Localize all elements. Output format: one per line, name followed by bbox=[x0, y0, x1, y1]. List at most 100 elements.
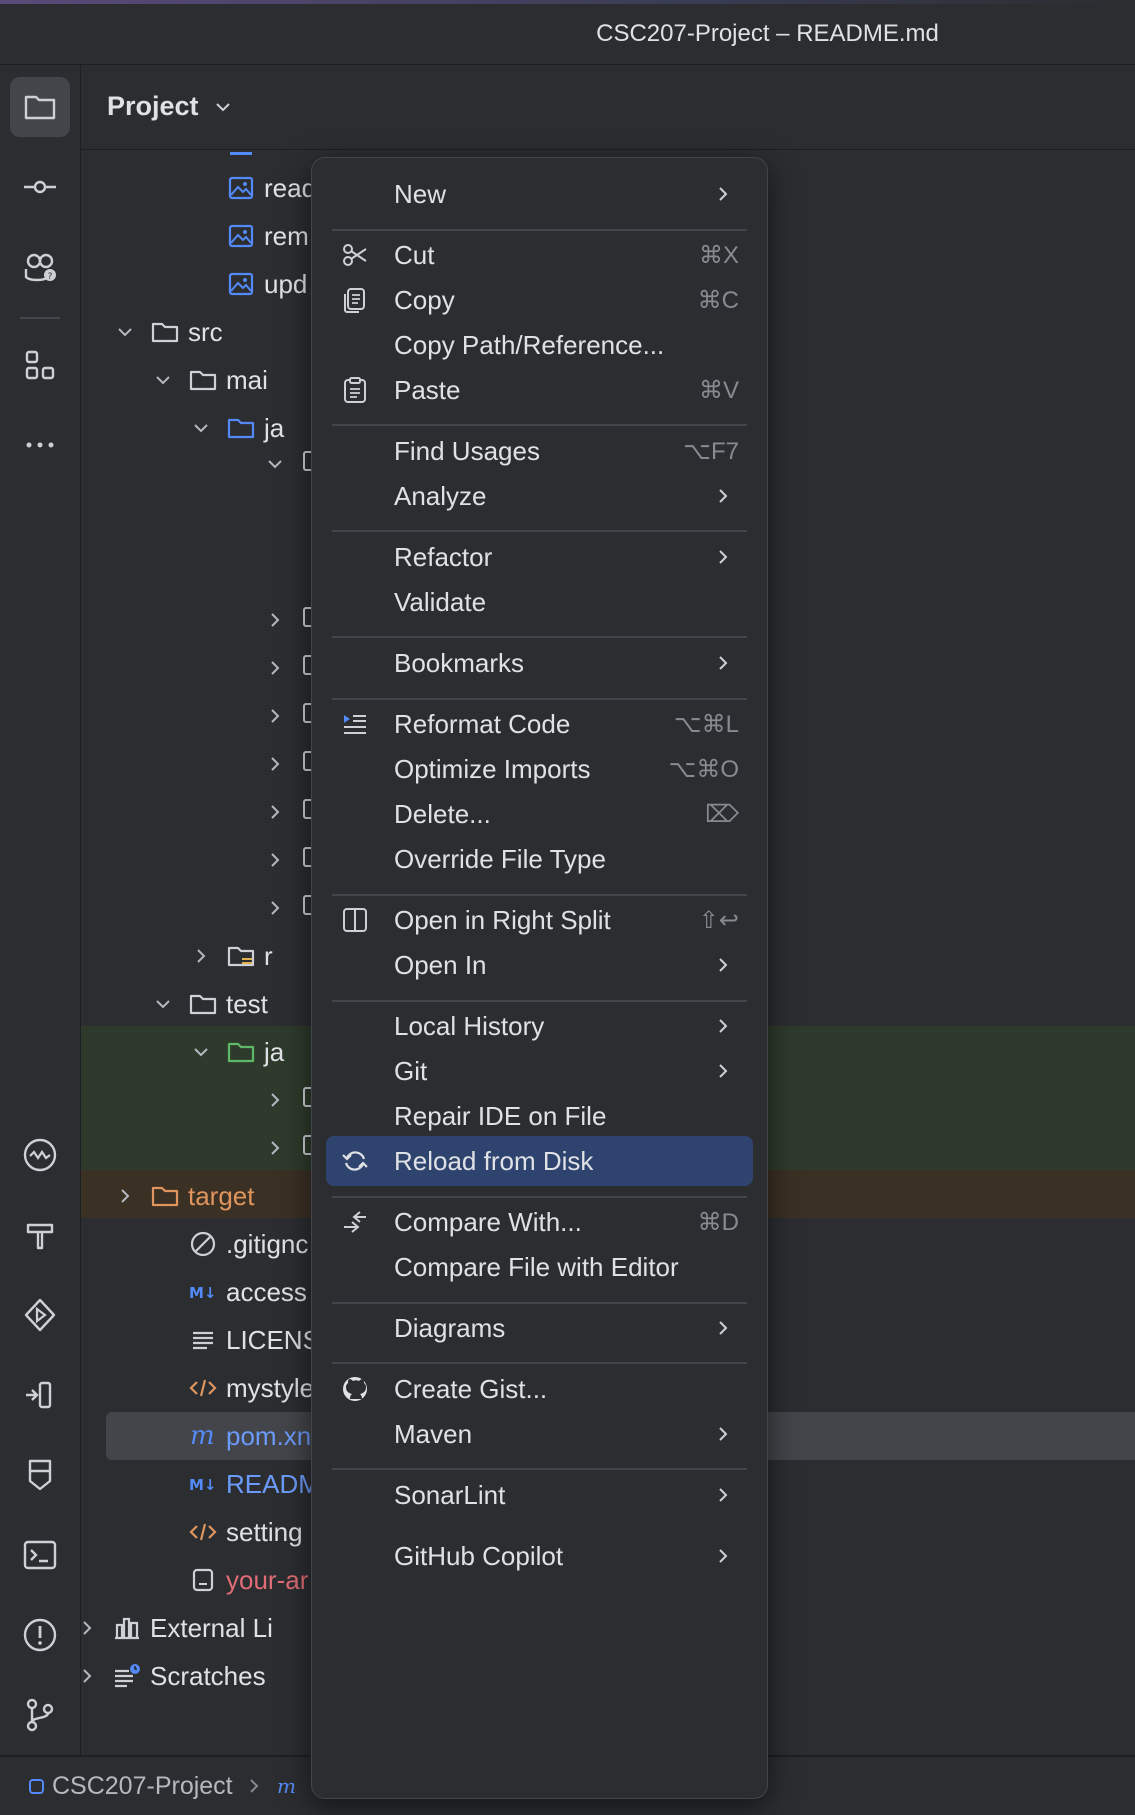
menu-item-compare-with[interactable]: Compare With... ⌘D bbox=[326, 1197, 753, 1247]
chevron-right-icon[interactable] bbox=[264, 1089, 286, 1111]
tree-item[interactable]: M↓ READM bbox=[188, 1460, 320, 1508]
menu-item-analyze[interactable]: Analyze bbox=[326, 471, 753, 521]
tree-item[interactable]: LICENS bbox=[188, 1316, 320, 1364]
menu-item-reformat-code[interactable]: Reformat Code ⌥⌘L bbox=[326, 699, 753, 749]
menu-item-open-in[interactable]: Open In bbox=[326, 940, 753, 990]
menu-item-diagrams[interactable]: Diagrams bbox=[326, 1303, 753, 1353]
tree-item[interactable]: M↓ access bbox=[188, 1268, 307, 1316]
menu-item-delete[interactable]: Delete... ⌦ bbox=[326, 789, 753, 839]
project-tool-button[interactable] bbox=[10, 77, 70, 137]
breadcrumb-project[interactable]: CSC207-Project bbox=[52, 1772, 233, 1801]
menu-item-refactor[interactable]: Refactor bbox=[326, 532, 753, 582]
menu-item-repair-ide-on-file[interactable]: Repair IDE on File bbox=[326, 1091, 753, 1141]
menu-item-maven[interactable]: Maven bbox=[326, 1409, 753, 1459]
tree-item-collapsed[interactable] bbox=[264, 1076, 319, 1124]
more-tools-button[interactable] bbox=[10, 415, 70, 475]
chevron-right-icon[interactable] bbox=[264, 897, 286, 919]
chevron-down-icon[interactable] bbox=[211, 95, 235, 119]
services-tool-button[interactable] bbox=[10, 1285, 70, 1345]
chevron-right-icon[interactable] bbox=[264, 705, 286, 727]
menu-item-open-in-right-split[interactable]: Open in Right Split ⇧↩ bbox=[326, 895, 753, 945]
menu-item-local-history[interactable]: Local History bbox=[326, 1001, 753, 1051]
chevron-right-icon bbox=[719, 656, 728, 670]
terminal-tool-button[interactable] bbox=[10, 1525, 70, 1585]
menu-item-find-usages[interactable]: Find Usages ⌥F7 bbox=[326, 426, 753, 476]
tree-item-collapsed[interactable] bbox=[264, 836, 319, 884]
menu-item-bookmarks[interactable]: Bookmarks bbox=[326, 638, 753, 688]
menu-item-cut[interactable]: Cut ⌘X bbox=[326, 230, 753, 280]
tree-item[interactable]: src bbox=[114, 308, 223, 356]
build-tool-button[interactable] bbox=[10, 1205, 70, 1265]
menu-item-compare-file-with-editor[interactable]: Compare File with Editor bbox=[326, 1242, 753, 1292]
chevron-right-icon[interactable] bbox=[264, 801, 286, 823]
project-panel-header: Project bbox=[81, 65, 1135, 150]
endpoints-tool-button[interactable] bbox=[10, 1365, 70, 1425]
tree-item[interactable]: your-ar bbox=[188, 1556, 308, 1604]
tree-item-collapsed[interactable] bbox=[264, 740, 319, 788]
chevron-down-icon[interactable] bbox=[152, 369, 174, 391]
menu-item-optimize-imports[interactable]: Optimize Imports ⌥⌘O bbox=[326, 744, 753, 794]
menu-item-reload-from-disk[interactable]: Reload from Disk bbox=[326, 1136, 753, 1186]
tree-item[interactable]: rem bbox=[226, 212, 309, 260]
chevron-right-icon[interactable] bbox=[264, 753, 286, 775]
menu-item-sonarlint[interactable]: SonarLint bbox=[326, 1470, 753, 1520]
menu-separator bbox=[332, 894, 747, 896]
tree-item[interactable]: test bbox=[152, 980, 268, 1028]
menu-item-copy-path-reference[interactable]: Copy Path/Reference... bbox=[326, 320, 753, 370]
terminal-icon bbox=[23, 1540, 57, 1570]
chevron-right-icon[interactable] bbox=[264, 1137, 286, 1159]
structure-tool-button[interactable] bbox=[10, 335, 70, 395]
chevron-down-icon[interactable] bbox=[190, 417, 212, 439]
excluded-folder-icon bbox=[150, 1181, 180, 1211]
chevron-right-icon[interactable] bbox=[264, 657, 286, 679]
tree-item[interactable]: read bbox=[226, 164, 316, 212]
tree-item-collapsed[interactable] bbox=[264, 440, 319, 488]
tree-item[interactable]: setting bbox=[188, 1508, 303, 1556]
menu-item-label: Compare With... bbox=[394, 1207, 582, 1237]
tree-item-collapsed[interactable] bbox=[264, 596, 319, 644]
tree-item-collapsed[interactable] bbox=[264, 1124, 319, 1172]
menu-item-git[interactable]: Git bbox=[326, 1046, 753, 1096]
copilot-chat-tool-button[interactable]: ? bbox=[10, 237, 70, 297]
chevron-down-icon[interactable] bbox=[190, 1041, 212, 1063]
tree-item-collapsed[interactable] bbox=[264, 788, 319, 836]
menu-item-copy[interactable]: Copy ⌘C bbox=[326, 275, 753, 325]
menu-separator bbox=[332, 636, 747, 638]
menu-item-validate[interactable]: Validate bbox=[326, 577, 753, 627]
chevron-right-icon[interactable] bbox=[114, 1185, 136, 1207]
problems-tool-button[interactable] bbox=[10, 1605, 70, 1665]
profiler-tool-button[interactable] bbox=[10, 1125, 70, 1185]
chevron-right-icon[interactable] bbox=[76, 1665, 98, 1687]
chevron-right-icon bbox=[719, 550, 728, 564]
menu-item-override-file-type[interactable]: Override File Type bbox=[326, 834, 753, 884]
menu-item-github-copilot[interactable]: GitHub Copilot bbox=[326, 1531, 753, 1581]
tree-item[interactable]: mystyle bbox=[188, 1364, 314, 1412]
chevron-down-icon[interactable] bbox=[264, 453, 286, 475]
tree-item[interactable]: mai bbox=[152, 356, 268, 404]
commit-tool-button[interactable] bbox=[10, 157, 70, 217]
tree-item[interactable]: External Li bbox=[76, 1604, 273, 1652]
tree-item[interactable]: ja bbox=[190, 1028, 284, 1076]
tree-item-collapsed[interactable] bbox=[264, 884, 319, 932]
tree-item[interactable]: target bbox=[114, 1172, 255, 1220]
tree-item-collapsed[interactable] bbox=[264, 644, 319, 692]
tree-item[interactable]: Scratches bbox=[76, 1652, 266, 1700]
tree-item[interactable]: m pom.xn bbox=[188, 1412, 311, 1460]
menu-item-paste[interactable]: Paste ⌘V bbox=[326, 365, 753, 415]
project-panel-title[interactable]: Project bbox=[107, 91, 199, 122]
chevron-right-icon[interactable] bbox=[264, 849, 286, 871]
tree-item[interactable]: r bbox=[190, 932, 273, 980]
database-tool-button[interactable] bbox=[10, 1445, 70, 1505]
chevron-down-icon[interactable] bbox=[114, 321, 136, 343]
tree-item[interactable]: .gitignc bbox=[188, 1220, 308, 1268]
menu-item-new[interactable]: New bbox=[326, 169, 753, 219]
tree-item-collapsed[interactable] bbox=[264, 692, 319, 740]
chevron-right-icon[interactable] bbox=[264, 609, 286, 631]
git-tool-button[interactable] bbox=[10, 1685, 70, 1745]
chevron-right-icon[interactable] bbox=[190, 945, 212, 967]
chevron-right-icon[interactable] bbox=[76, 1617, 98, 1639]
menu-item-create-gist[interactable]: Create Gist... bbox=[326, 1364, 753, 1414]
library-icon bbox=[112, 1613, 142, 1643]
chevron-down-icon[interactable] bbox=[152, 993, 174, 1015]
tree-item[interactable]: upd bbox=[226, 260, 307, 308]
